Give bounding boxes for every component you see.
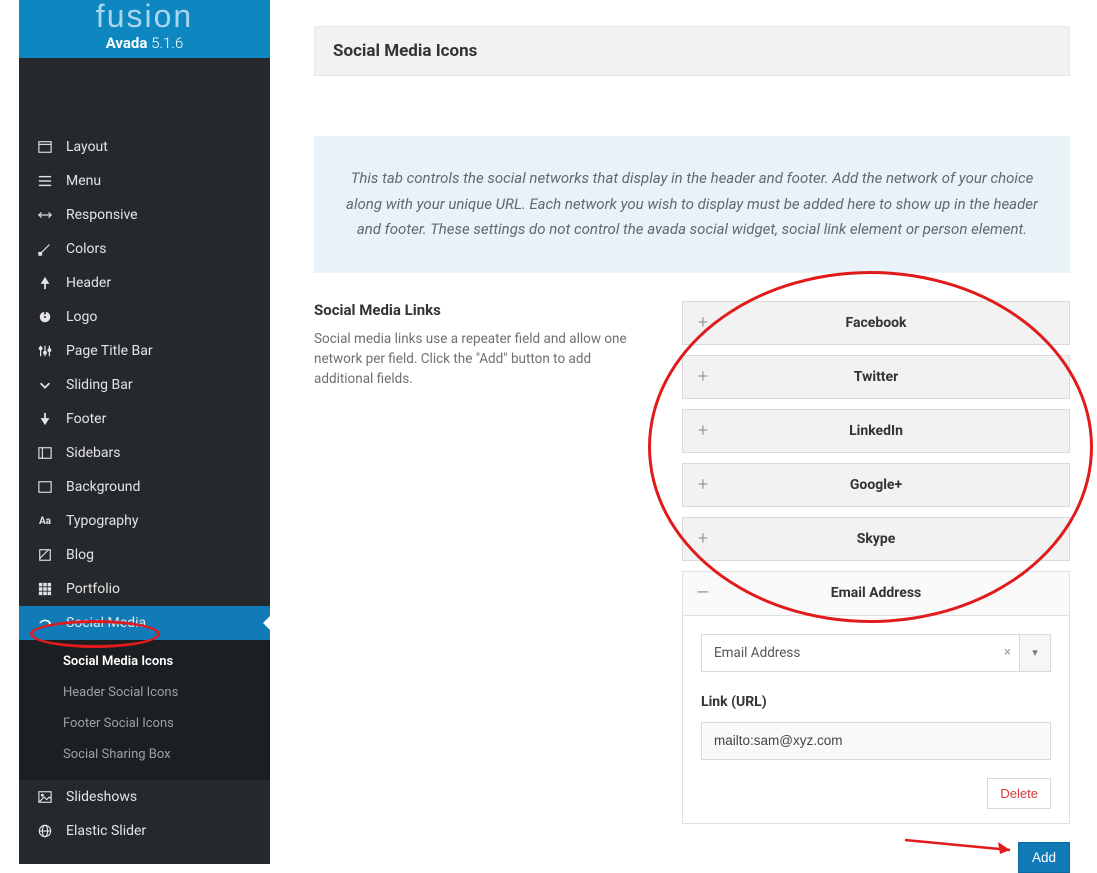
sidebar-item-colors[interactable]: Colors [19,232,270,266]
sidebar-item-label: Portfolio [66,581,120,597]
sidebar-item-label: Blog [66,547,94,563]
repeater-item-twitter[interactable]: + Twitter [682,355,1070,399]
footer-icon [38,412,52,426]
main-content: Social Media Icons This tab controls the… [314,0,1070,873]
repeater-item-linkedin[interactable]: + LinkedIn [682,409,1070,453]
sidebar-item-layout[interactable]: Layout [19,130,270,164]
sidebar-item-label: Page Title Bar [66,343,153,359]
submenu-item-social-sharing-box[interactable]: Social Sharing Box [19,739,270,770]
sidebar-item-header[interactable]: Header [19,266,270,300]
sidebar-item-menu[interactable]: Menu [19,164,270,198]
blog-icon [38,548,52,562]
sidebar-item-footer[interactable]: Footer [19,402,270,436]
sidebar-item-typography[interactable]: Aa Typography [19,504,270,538]
plus-icon: + [683,312,723,333]
sidebar-item-logo[interactable]: Logo [19,300,270,334]
add-button[interactable]: Add [1018,842,1070,873]
repeater-item-googleplus[interactable]: + Google+ [682,463,1070,507]
layout-icon [38,140,52,154]
sliders-icon [38,344,52,358]
field-description: Social Media Links Social media links us… [314,301,682,873]
repeater-item-label: Email Address [723,585,1069,601]
sidebar-item-elastic-slider[interactable]: Elastic Slider [19,814,270,848]
repeater-item-skype[interactable]: + Skype [682,517,1070,561]
sidebar-item-label: Colors [66,241,106,257]
responsive-icon [38,208,52,222]
sidebar-item-label: Elastic Slider [66,823,146,839]
portfolio-icon [38,582,52,596]
sidebar-item-label: Social Media [66,615,146,631]
sidebar-item-label: Header [66,275,111,291]
submenu-item-header-social-icons[interactable]: Header Social Icons [19,677,270,708]
repeater-item-label: Google+ [723,477,1069,493]
plus-icon: + [683,420,723,441]
select-value: Email Address [702,645,996,661]
sidebar-item-label: Sliding Bar [66,377,133,393]
background-icon [38,480,52,494]
section-title: Social Media Icons [314,26,1070,76]
sidebar-item-responsive[interactable]: Responsive [19,198,270,232]
field-heading: Social Media Links [314,301,652,319]
brand-block: fusion Avada 5.1.6 [19,0,270,58]
clear-icon[interactable]: × [996,635,1020,671]
sidebar-submenu: Social Media Icons Header Social Icons F… [19,640,270,780]
globe-icon [38,824,52,838]
url-input[interactable] [701,722,1051,760]
plus-icon: + [683,366,723,387]
repeater-item-label: Facebook [723,315,1069,331]
sidebar-item-label: Footer [66,411,106,427]
repeater-list: + Facebook + Twitter + LinkedIn + Google… [682,301,1070,873]
submenu-item-footer-social-icons[interactable]: Footer Social Icons [19,708,270,739]
image-icon [38,790,52,804]
delete-button[interactable]: Delete [987,778,1051,809]
url-label: Link (URL) [701,694,1051,710]
theme-version: 5.1.6 [151,34,183,52]
repeater-item-facebook[interactable]: + Facebook [682,301,1070,345]
sidebar: fusion Avada 5.1.6 Layout Menu Responsiv… [19,0,270,864]
sidebar-item-sidebars[interactable]: Sidebars [19,436,270,470]
sidebar-item-blog[interactable]: Blog [19,538,270,572]
field-help-text: Social media links use a repeater field … [314,329,652,390]
sidebar-item-label: Responsive [66,207,138,223]
menu-gap [19,58,270,130]
minus-icon: – [683,581,723,606]
social-links-field: Social Media Links Social media links us… [314,301,1070,873]
chevron-down-icon [38,378,52,392]
header-icon [38,276,52,290]
plus-icon: + [683,474,723,495]
brand-subtitle: Avada 5.1.6 [19,34,270,52]
sidebar-item-label: Sidebars [66,445,120,461]
repeater-body: Email Address × ▾ Link (URL) Delete [683,616,1069,823]
repeater-item-label: LinkedIn [723,423,1069,439]
sidebar-item-label: Slideshows [66,789,137,805]
sidebar-item-label: Menu [66,173,101,189]
info-box: This tab controls the social networks th… [314,136,1070,273]
sidebar-item-label: Typography [66,513,138,529]
repeater-item-label: Twitter [723,369,1069,385]
repeater-item-email-expanded: – Email Address Email Address × ▾ Link (… [682,571,1070,824]
sidebar-item-page-title-bar[interactable]: Page Title Bar [19,334,270,368]
typography-icon: Aa [38,514,52,528]
brand-logo: fusion [19,0,270,32]
sidebar-item-portfolio[interactable]: Portfolio [19,572,270,606]
chevron-down-icon[interactable]: ▾ [1020,635,1050,671]
sidebar-item-label: Background [66,479,140,495]
share-icon [38,616,52,630]
colors-icon [38,242,52,256]
plus-icon: + [683,528,723,549]
network-select[interactable]: Email Address × ▾ [701,634,1051,672]
sidebars-icon [38,446,52,460]
sidebar-item-label: Layout [66,139,108,155]
repeater-item-label: Skype [723,531,1069,547]
sidebar-item-label: Logo [66,309,97,325]
theme-name: Avada [106,34,148,52]
repeater-item-header[interactable]: – Email Address [683,572,1069,616]
sidebar-item-social-media[interactable]: Social Media [19,606,270,640]
sidebar-item-slideshows[interactable]: Slideshows [19,780,270,814]
submenu-item-social-media-icons[interactable]: Social Media Icons [19,646,270,677]
menu-icon [38,174,52,188]
sidebar-item-background[interactable]: Background [19,470,270,504]
logo-icon [38,310,52,324]
sidebar-item-sliding-bar[interactable]: Sliding Bar [19,368,270,402]
